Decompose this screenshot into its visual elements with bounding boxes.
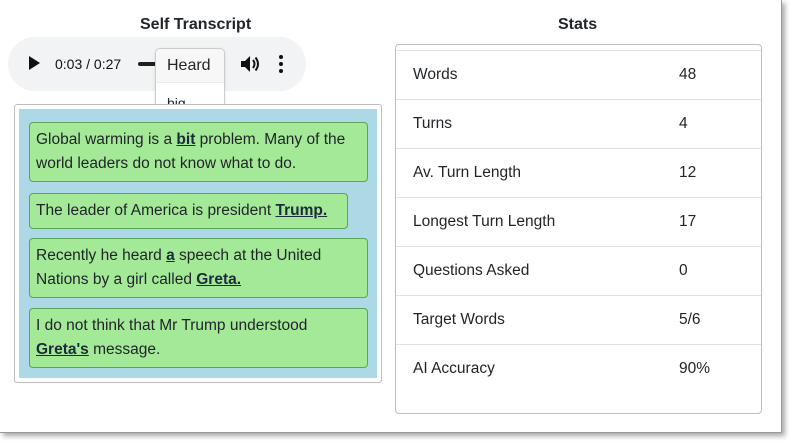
turn-text: The leader of America is president xyxy=(36,202,276,219)
popover-title: Heard xyxy=(156,49,224,83)
stat-value: 90% xyxy=(679,360,711,378)
stats-row: Target Words 5/6 xyxy=(396,295,761,345)
highlighted-word[interactable]: Greta's xyxy=(36,341,89,358)
stat-label: Target Words xyxy=(413,311,505,328)
turn-text: Global warming is a xyxy=(36,131,177,148)
stat-value: 5/6 xyxy=(679,311,701,328)
stat-label: AI Accuracy xyxy=(413,360,495,378)
turn-text: I do not think that Mr Trump understood xyxy=(36,317,308,334)
highlighted-word[interactable]: bit xyxy=(176,131,195,148)
stats-row: Turns 4 xyxy=(396,99,761,149)
stat-label: Words xyxy=(413,66,458,83)
play-icon[interactable] xyxy=(29,56,40,70)
transcript-turn: Recently he heard a speech at the United… xyxy=(29,238,368,298)
transcript-list: Global warming is a bit problem. Many of… xyxy=(19,109,377,378)
stat-label: Longest Turn Length xyxy=(413,213,556,230)
stats-row: Longest Turn Length 17 xyxy=(396,197,761,247)
volume-icon[interactable] xyxy=(240,55,260,73)
stat-value: 12 xyxy=(679,164,697,181)
stats-row: Questions Asked 0 xyxy=(396,246,761,296)
stats-row: AI Accuracy 90% xyxy=(396,344,761,394)
highlighted-word[interactable]: a xyxy=(166,247,175,264)
transcript-title: Self Transcript xyxy=(140,16,252,33)
transcript-turn: The leader of America is president Trump… xyxy=(29,193,348,229)
stats-row: Av. Turn Length 12 xyxy=(396,148,761,198)
turn-text: message. xyxy=(88,341,161,358)
transcript-turn: Global warming is a bit problem. Many of… xyxy=(29,122,368,182)
stat-value: 0 xyxy=(679,262,688,279)
stat-label: Av. Turn Length xyxy=(413,164,522,181)
stat-value: 48 xyxy=(679,66,697,83)
stat-value: 4 xyxy=(679,115,688,132)
highlighted-word[interactable]: Trump. xyxy=(276,202,328,219)
stat-label: Turns xyxy=(413,115,453,132)
stats-panel: Words 48 Turns 4 Av. Turn Length 12 Long… xyxy=(395,44,762,414)
stat-value: 17 xyxy=(679,213,697,230)
stat-label: Questions Asked xyxy=(413,262,530,279)
app-window: Self Transcript Stats 0:03 / 0:27 Heard … xyxy=(0,0,782,433)
more-options-icon[interactable] xyxy=(276,53,286,75)
stats-title: Stats xyxy=(558,16,598,33)
stats-table: Words 48 Turns 4 Av. Turn Length 12 Long… xyxy=(396,50,761,394)
stats-row: Words 48 xyxy=(396,50,761,100)
turn-text: Recently he heard xyxy=(36,247,167,264)
transcript-panel: Global warming is a bit problem. Many of… xyxy=(14,104,382,383)
highlighted-word[interactable]: Greta. xyxy=(196,271,241,288)
transcript-turn: I do not think that Mr Trump understood … xyxy=(29,308,368,368)
audio-time: 0:03 / 0:27 xyxy=(55,56,122,72)
